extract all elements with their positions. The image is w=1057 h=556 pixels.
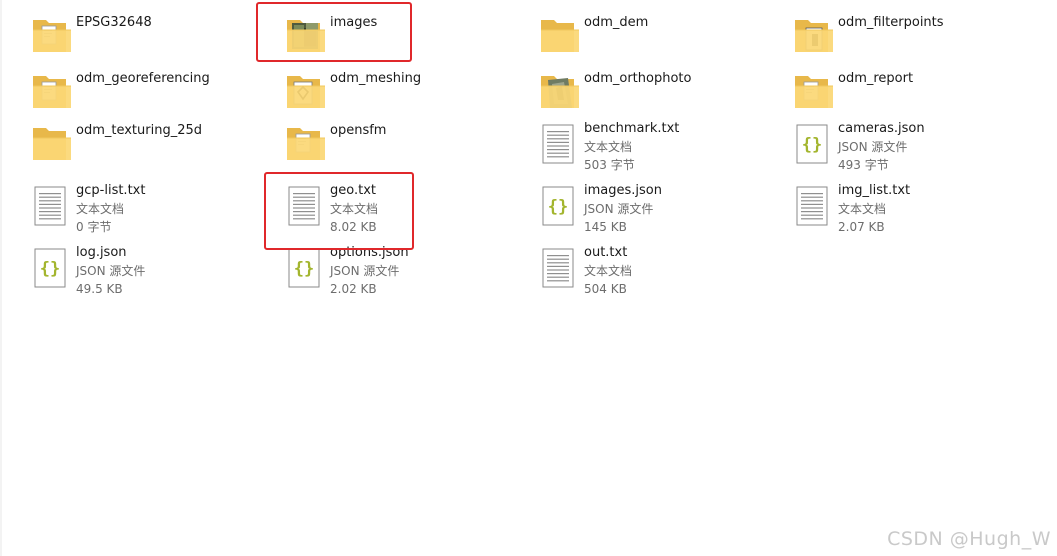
item-name: images.json bbox=[584, 183, 662, 198]
item-name: odm_dem bbox=[584, 15, 649, 30]
highlight-box-images bbox=[256, 2, 412, 62]
item-size: 2.07 KB bbox=[838, 220, 885, 234]
folder-item[interactable]: odm_filterpoints bbox=[792, 12, 1032, 66]
folder-icon bbox=[30, 70, 74, 114]
item-name: odm_report bbox=[838, 71, 914, 86]
item-name: benchmark.txt bbox=[584, 121, 680, 136]
item-name: cameras.json bbox=[838, 121, 925, 136]
file-item[interactable]: img_list.txt 文本文档 2.07 KB bbox=[792, 182, 1032, 236]
folder-icon bbox=[284, 122, 328, 166]
json-file-icon: {} bbox=[30, 246, 74, 290]
text-file-icon bbox=[792, 184, 836, 228]
item-type: JSON 源文件 bbox=[584, 202, 654, 216]
left-edge bbox=[0, 0, 2, 556]
highlight-box-geo-txt bbox=[264, 172, 414, 250]
item-name: gcp-list.txt bbox=[76, 183, 146, 198]
folder-item[interactable]: EPSG32648 bbox=[30, 12, 270, 66]
item-type: JSON 源文件 bbox=[838, 140, 908, 154]
item-name: odm_texturing_25d bbox=[76, 123, 203, 138]
text-file-icon bbox=[30, 184, 74, 228]
item-name: out.txt bbox=[584, 245, 628, 260]
item-size: 145 KB bbox=[584, 220, 627, 234]
file-item[interactable]: gcp-list.txt 文本文档 0 字节 bbox=[30, 182, 270, 236]
svg-text:{}: {} bbox=[294, 259, 314, 279]
item-size: 493 字节 bbox=[838, 158, 889, 172]
file-item[interactable]: {} log.json JSON 源文件 49.5 KB bbox=[30, 244, 270, 298]
folder-item[interactable]: opensfm bbox=[284, 120, 524, 174]
item-name: odm_filterpoints bbox=[838, 15, 944, 30]
file-item[interactable]: {} images.json JSON 源文件 145 KB bbox=[538, 182, 778, 236]
json-file-icon: {} bbox=[792, 122, 836, 166]
svg-text:{}: {} bbox=[40, 259, 60, 279]
folder-icon bbox=[30, 122, 74, 166]
folder-item[interactable]: odm_dem bbox=[538, 12, 778, 66]
item-type: 文本文档 bbox=[838, 202, 887, 216]
file-item[interactable]: out.txt 文本文档 504 KB bbox=[538, 244, 778, 298]
item-size: 0 字节 bbox=[76, 220, 112, 234]
folder-item[interactable]: odm_texturing_25d bbox=[30, 120, 270, 174]
text-file-icon bbox=[538, 122, 582, 166]
svg-text:{}: {} bbox=[548, 197, 568, 217]
json-file-icon: {} bbox=[538, 184, 582, 228]
item-name: opensfm bbox=[330, 123, 387, 138]
item-type: 文本文档 bbox=[584, 140, 633, 154]
folder-item[interactable]: odm_meshing bbox=[284, 68, 524, 122]
item-type: 文本文档 bbox=[76, 202, 125, 216]
text-file-icon bbox=[538, 246, 582, 290]
watermark: CSDN @Hugh_W bbox=[887, 528, 1051, 550]
folder-icon bbox=[792, 70, 836, 114]
item-type: 文本文档 bbox=[584, 264, 633, 278]
folder-icon bbox=[792, 14, 836, 58]
folder-item[interactable]: odm_georeferencing bbox=[30, 68, 270, 122]
file-item[interactable]: benchmark.txt 文本文档 503 字节 bbox=[538, 120, 778, 174]
item-type: JSON 源文件 bbox=[76, 264, 146, 278]
file-item[interactable]: {} options.json JSON 源文件 2.02 KB bbox=[284, 244, 524, 298]
folder-icon bbox=[538, 14, 582, 58]
item-name: img_list.txt bbox=[838, 183, 911, 198]
file-item[interactable]: {} cameras.json JSON 源文件 493 字节 bbox=[792, 120, 1032, 174]
svg-text:{}: {} bbox=[802, 135, 822, 155]
item-size: 49.5 KB bbox=[76, 282, 123, 296]
item-name: odm_orthophoto bbox=[584, 71, 692, 86]
item-name: log.json bbox=[76, 245, 127, 260]
folder-item[interactable]: odm_orthophoto bbox=[538, 68, 778, 122]
item-size: 504 KB bbox=[584, 282, 627, 296]
item-size: 503 字节 bbox=[584, 158, 635, 172]
folder-item[interactable]: odm_report bbox=[792, 68, 1032, 122]
json-file-icon: {} bbox=[284, 246, 328, 290]
folder-icon bbox=[538, 70, 582, 114]
item-name: EPSG32648 bbox=[76, 15, 152, 30]
item-name: odm_georeferencing bbox=[76, 71, 210, 86]
item-size: 2.02 KB bbox=[330, 282, 377, 296]
item-name: odm_meshing bbox=[330, 71, 422, 86]
item-type: JSON 源文件 bbox=[330, 264, 400, 278]
folder-icon bbox=[284, 70, 328, 114]
folder-icon bbox=[30, 14, 74, 58]
